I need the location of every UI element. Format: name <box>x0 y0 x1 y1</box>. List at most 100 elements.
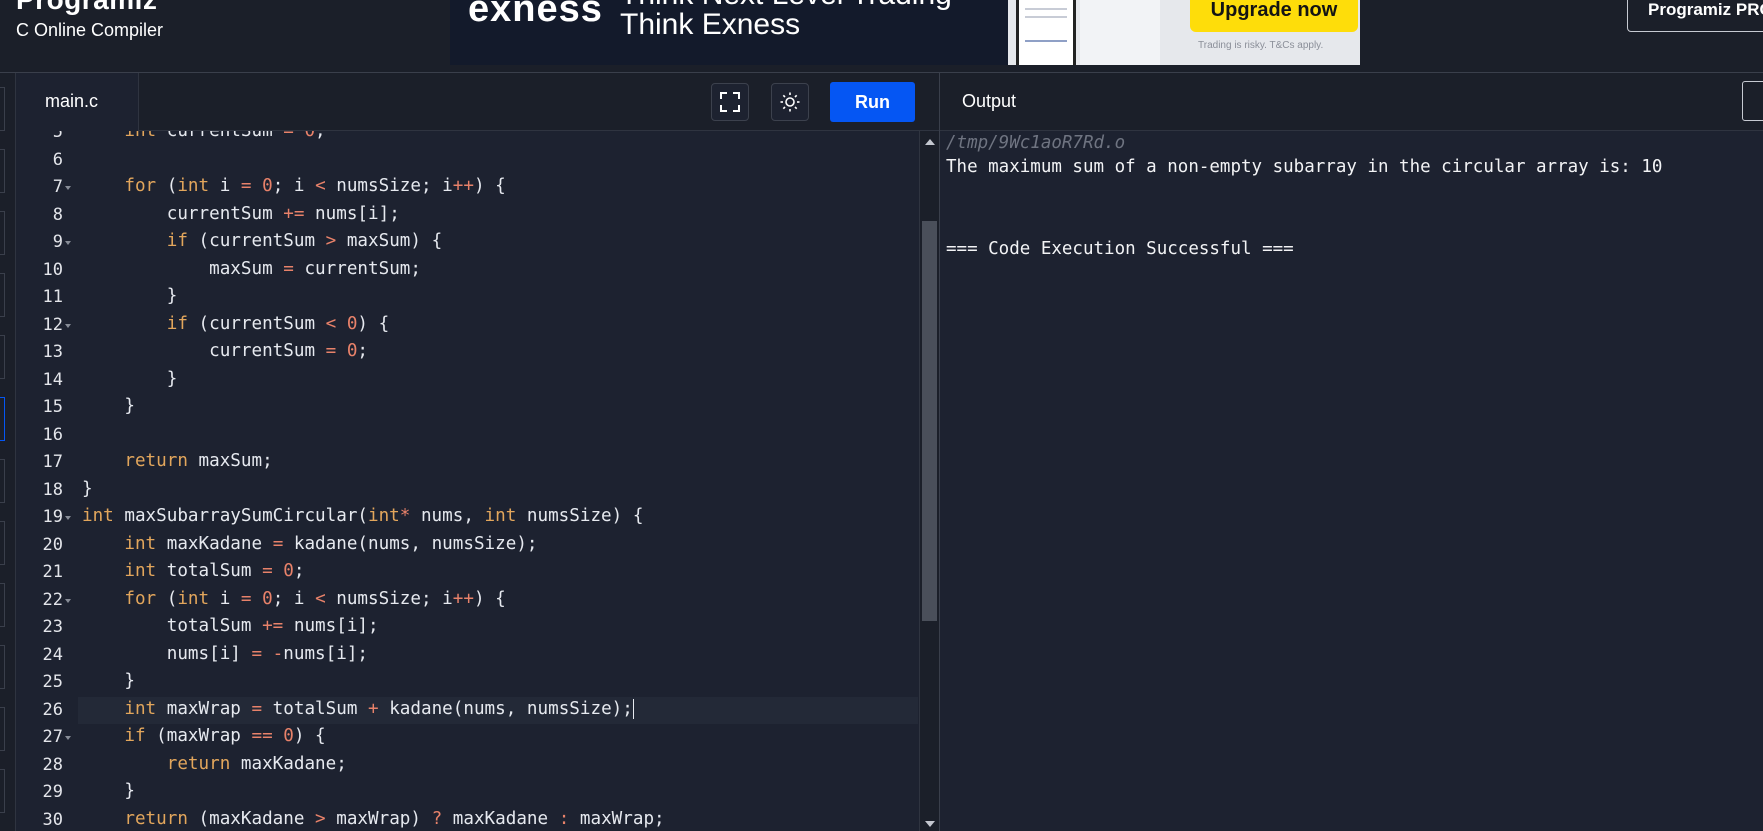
scroll-down-arrow-icon[interactable] <box>925 821 935 827</box>
sidebar-tab[interactable] <box>0 211 5 255</box>
output-title: Output <box>962 91 1017 111</box>
ad-screen-image <box>1080 0 1160 65</box>
line-number: 8 <box>52 204 63 225</box>
line-number: 7 <box>52 177 63 197</box>
line-number: 14 <box>42 369 63 390</box>
code-line[interactable]: if (currentSum > maxSum) { <box>82 231 442 251</box>
ad-visual: Upgrade now Trading is risky. T&Cs apply… <box>1008 0 1360 65</box>
output-binary-path: /tmp/9Wc1aoR7Rd.o <box>946 133 1126 153</box>
code-line[interactable]: } <box>82 671 135 691</box>
fold-arrow-icon[interactable] <box>65 598 71 603</box>
code-line[interactable]: int maxWrap = totalSum + kadane(nums, nu… <box>82 698 634 719</box>
sidebar-tab[interactable] <box>0 583 5 627</box>
output-console: /tmp/9Wc1aoR7Rd.o The maximum sum of a n… <box>940 131 1763 831</box>
code-line[interactable]: for (int i = 0; i < numsSize; i++) { <box>82 589 505 609</box>
output-header: Output <box>940 73 1763 131</box>
code-line[interactable]: } <box>82 781 135 801</box>
code-line[interactable]: } <box>82 396 135 416</box>
sidebar-tab[interactable] <box>0 273 5 317</box>
line-number: 11 <box>42 287 63 307</box>
sidebar-tab[interactable] <box>0 149 5 193</box>
line-number: 12 <box>42 314 63 335</box>
line-number: 16 <box>42 424 63 445</box>
code-line[interactable]: if (maxWrap == 0) { <box>82 726 325 746</box>
code-line[interactable]: currentSum = 0; <box>82 341 368 361</box>
line-number: 18 <box>42 479 63 500</box>
line-number: 15 <box>42 397 63 417</box>
line-number: 22 <box>42 589 63 610</box>
fold-arrow-icon[interactable] <box>65 241 71 245</box>
line-number: 19 <box>42 507 63 527</box>
line-number: 10 <box>42 259 63 280</box>
ad-disclaimer: Trading is risky. T&Cs apply. <box>1198 40 1324 51</box>
sidebar-tab-active[interactable] <box>0 397 5 441</box>
run-button[interactable]: Run <box>830 82 915 122</box>
file-tab-main[interactable]: main.c <box>16 73 139 131</box>
ad-brand: exness <box>468 0 603 30</box>
code-line[interactable]: } <box>82 479 93 499</box>
line-number: 29 <box>42 782 63 802</box>
line-number: 21 <box>42 562 63 582</box>
line-number: 9 <box>52 232 63 252</box>
fullscreen-icon <box>720 92 740 112</box>
line-number: 26 <box>42 699 63 720</box>
sun-icon <box>780 92 800 112</box>
programiz-pro-button[interactable]: Programiz PRO <box>1627 0 1763 32</box>
line-number: 20 <box>42 534 63 555</box>
code-line[interactable]: int maxKadane = kadane(nums, numsSize); <box>82 534 537 554</box>
line-number: 6 <box>52 149 63 170</box>
sidebar-tab[interactable] <box>0 707 5 751</box>
code-line[interactable]: int totalSum = 0; <box>82 561 304 581</box>
line-number: 23 <box>42 617 63 637</box>
code-line[interactable]: int maxSubarraySumCircular(int* nums, in… <box>82 506 643 526</box>
page-subtitle: C Online Compiler <box>16 20 164 40</box>
editor-scrollbar[interactable] <box>919 131 939 831</box>
line-number: 24 <box>42 644 63 665</box>
line-number: 27 <box>42 727 63 747</box>
sidebar-tab[interactable] <box>0 645 5 689</box>
code-line[interactable]: totalSum += nums[i]; <box>82 616 379 636</box>
code-line[interactable]: maxSum = currentSum; <box>82 259 421 279</box>
code-line[interactable]: int currentSum = 0; <box>82 131 325 141</box>
sidebar-tab[interactable] <box>0 87 5 131</box>
scroll-up-arrow-icon[interactable] <box>925 139 935 145</box>
sidebar-tab[interactable] <box>0 769 5 813</box>
editor-toolbar: main.c Run <box>16 73 939 131</box>
line-number: 30 <box>42 809 63 830</box>
line-number: 28 <box>42 754 63 775</box>
line-number: 13 <box>42 342 63 362</box>
code-line[interactable]: return maxKadane; <box>82 754 347 774</box>
sidebar-tab[interactable] <box>0 459 5 503</box>
left-sidebar <box>0 73 16 831</box>
code-line[interactable]: if (currentSum < 0) { <box>82 314 389 334</box>
code-line[interactable]: } <box>82 369 178 389</box>
programiz-logo[interactable]: Programiz <box>16 0 157 16</box>
ad-phone-image <box>1016 0 1076 65</box>
line-number: 5 <box>52 131 63 142</box>
code-editor[interactable]: 5 int currentSum = 0; 6 7 for (int i = 0; … <box>16 131 919 831</box>
sidebar-tab[interactable] <box>0 335 5 379</box>
fold-arrow-icon[interactable] <box>65 736 71 740</box>
theme-toggle-button[interactable] <box>771 83 809 121</box>
top-header: Programiz C Online Compiler exness Think… <box>0 0 1763 73</box>
code-line[interactable]: nums[i] = -nums[i]; <box>82 644 368 664</box>
line-number: 17 <box>42 452 63 472</box>
output-result-line: The maximum sum of a non-empty subarray … <box>946 157 1663 177</box>
fullscreen-button[interactable] <box>711 83 749 121</box>
fold-arrow-icon[interactable] <box>65 516 71 520</box>
ad-upgrade-button[interactable]: Upgrade now <box>1190 0 1358 32</box>
output-status-line: === Code Execution Successful === <box>946 239 1294 259</box>
line-number: 25 <box>42 672 63 692</box>
advertisement-banner[interactable]: exness Think Next Level Trading Think Ex… <box>450 0 1360 65</box>
code-line[interactable]: } <box>82 286 178 306</box>
clear-output-button[interactable] <box>1742 81 1763 121</box>
fold-arrow-icon[interactable] <box>65 323 71 328</box>
ad-headline-2: Think Exness <box>620 8 801 41</box>
sidebar-tab[interactable] <box>0 521 5 565</box>
fold-arrow-icon[interactable] <box>65 186 71 190</box>
code-line[interactable]: for (int i = 0; i < numsSize; i++) { <box>82 176 505 196</box>
code-line[interactable]: currentSum += nums[i]; <box>82 204 400 224</box>
scrollbar-thumb[interactable] <box>922 221 937 621</box>
code-line[interactable]: return (maxKadane > maxWrap) ? maxKadane… <box>82 809 664 829</box>
code-line[interactable]: return maxSum; <box>82 451 272 471</box>
